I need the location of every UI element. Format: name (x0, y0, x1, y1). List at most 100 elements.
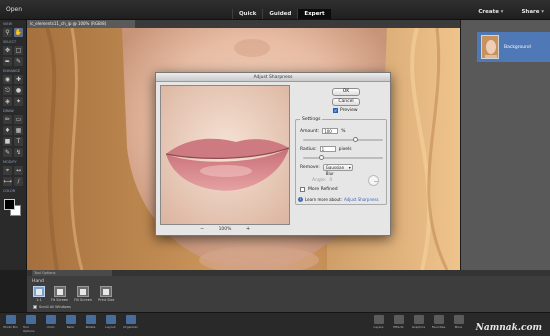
favorites-button[interactable]: Favorites (431, 315, 446, 329)
red-eye-tool-icon[interactable]: ◉ (3, 75, 12, 84)
more-refined-checkbox[interactable] (300, 187, 305, 192)
document-tab[interactable]: lc_elements11_ch_ip @ 100% (RGB/8) (27, 20, 135, 28)
radius-slider[interactable] (303, 155, 383, 160)
redo-button[interactable]: Redo (63, 315, 78, 333)
gradient-tool-icon[interactable]: ▦ (14, 126, 23, 135)
tab-expert[interactable]: Expert (297, 9, 331, 19)
layers-button[interactable]: Layers (371, 315, 386, 329)
graphics-icon (413, 315, 424, 324)
healing-brush-icon[interactable]: ✚ (14, 75, 23, 84)
brush-tool-icon[interactable]: ✏ (3, 115, 12, 124)
layer-background-row[interactable]: Background (477, 32, 550, 62)
organizer-label: Organizer (123, 325, 138, 329)
smart-brush-icon[interactable]: ✦ (14, 97, 23, 106)
preset-1-to-1-icon (33, 286, 45, 297)
crop-tool-icon[interactable]: ⌖ (3, 166, 12, 175)
preview-image[interactable] (160, 85, 290, 225)
content-aware-move-icon[interactable]: ⟷ (3, 177, 12, 186)
zoom-in-button[interactable]: + (246, 225, 250, 234)
move-tool-icon[interactable]: ✥ (3, 46, 12, 55)
preview-checkbox[interactable]: ✓ (333, 108, 338, 113)
shape-tool-icon[interactable]: ■ (3, 137, 12, 146)
clone-stamp-icon[interactable]: ⎋ (3, 86, 12, 95)
hand-tool-icon[interactable]: ✋ (14, 28, 23, 37)
radius-label: Radius: (300, 146, 317, 152)
menu-bar: Open Quick Guided Expert Create Share (0, 0, 550, 20)
eraser-tool-icon[interactable]: ▭ (14, 115, 23, 124)
ok-button[interactable]: OK (332, 88, 360, 96)
learn-more-link[interactable]: Adjust Sharpness (344, 197, 379, 202)
tab-quick[interactable]: Quick (232, 9, 262, 19)
tab-guided[interactable]: Guided (262, 9, 297, 19)
create-menu[interactable]: Create (478, 9, 503, 15)
layers-panel: Background (460, 20, 550, 270)
more-button[interactable]: More (451, 315, 466, 329)
more-refined-row[interactable]: More Refined (300, 187, 338, 192)
angle-row: Angle: 0 (300, 178, 332, 183)
radius-field[interactable]: 1 (319, 146, 336, 152)
undo-icon (45, 315, 56, 324)
preset-print-size[interactable]: Print Size (98, 286, 114, 302)
tool-options-icon (25, 315, 36, 324)
rotate-icon (85, 315, 96, 324)
more-refined-label: More Refined (308, 187, 338, 192)
scroll-all-checkbox[interactable] (33, 305, 37, 309)
undo-label: Undo (46, 325, 55, 329)
graphics-button[interactable]: Graphics (411, 315, 426, 329)
amount-field[interactable]: 100 (322, 128, 339, 134)
share-menu[interactable]: Share (521, 9, 544, 15)
marquee-tool-icon[interactable]: □ (14, 46, 23, 55)
layout-button[interactable]: Layout (103, 315, 118, 333)
preset-print-size-label: Print Size (98, 298, 115, 302)
radius-slider-knob[interactable] (319, 155, 324, 160)
color-swatches (3, 197, 26, 221)
layout-icon (105, 315, 116, 324)
foreground-color-swatch[interactable] (4, 199, 15, 210)
organizer-button[interactable]: Organizer (123, 315, 138, 333)
amount-unit: % (341, 128, 346, 134)
preview-checkbox-row[interactable]: ✓ Preview (333, 108, 358, 113)
preset-1-to-1[interactable]: 1:1 (33, 286, 45, 302)
scroll-all-row[interactable]: Scroll All Windows (33, 305, 71, 309)
tool-group-color: COLOR (3, 189, 16, 193)
amount-slider-knob[interactable] (353, 137, 358, 142)
zoom-presets: 1:1 Fit Screen Fill Screen Print Size (33, 286, 114, 302)
angle-dial (368, 175, 379, 186)
eyedropper-tool-icon[interactable]: ↯ (14, 148, 23, 157)
tool-options-button[interactable]: Tool Options (23, 315, 38, 333)
cancel-button[interactable]: Cancel (332, 98, 360, 106)
watermark-text: Namnak.com (475, 323, 542, 333)
tool-group-select: SELECT (3, 40, 17, 44)
angle-value: 0 (329, 178, 333, 183)
sponge-tool-icon[interactable]: ◈ (3, 97, 12, 106)
pencil-tool-icon[interactable]: ✎ (3, 148, 12, 157)
scroll-all-label: Scroll All Windows (39, 305, 71, 309)
effects-button[interactable]: Effects (391, 315, 406, 329)
redo-icon (65, 315, 76, 324)
quick-selection-tool-icon[interactable]: ✎ (14, 57, 23, 66)
straighten-tool-icon[interactable]: ∕ (14, 177, 23, 186)
layer-thumbnail (481, 35, 499, 59)
photo-bin-button[interactable]: Photo Bin (3, 315, 18, 333)
tool-group-draw: DRAW (3, 109, 14, 113)
rotate-button[interactable]: Rotate (83, 315, 98, 333)
preset-1-to-1-label: 1:1 (36, 298, 42, 302)
paint-bucket-icon[interactable]: ♦ (3, 126, 12, 135)
preset-fit-screen[interactable]: Fit Screen (51, 286, 68, 302)
preset-fit-screen-label: Fit Screen (51, 298, 69, 302)
photo-bin-icon (5, 315, 16, 324)
type-tool-icon[interactable]: T (14, 137, 23, 146)
zoom-out-button[interactable]: − (200, 225, 204, 234)
remove-select[interactable]: Gaussian Blur (322, 164, 353, 176)
blur-tool-icon[interactable]: ● (14, 86, 23, 95)
preset-fill-screen[interactable]: Fill Screen (74, 286, 92, 302)
learn-more-prefix: Learn more about: (305, 197, 342, 202)
undo-button[interactable]: Undo (43, 315, 58, 333)
recompose-tool-icon[interactable]: ↔ (14, 166, 23, 175)
redo-label: Redo (66, 325, 75, 329)
open-menu[interactable]: Open (6, 6, 22, 13)
lasso-tool-icon[interactable]: ➨ (3, 57, 12, 66)
amount-slider[interactable] (303, 137, 383, 142)
rotate-label: Rotate (85, 325, 96, 329)
zoom-tool-icon[interactable]: ⚲ (3, 28, 12, 37)
